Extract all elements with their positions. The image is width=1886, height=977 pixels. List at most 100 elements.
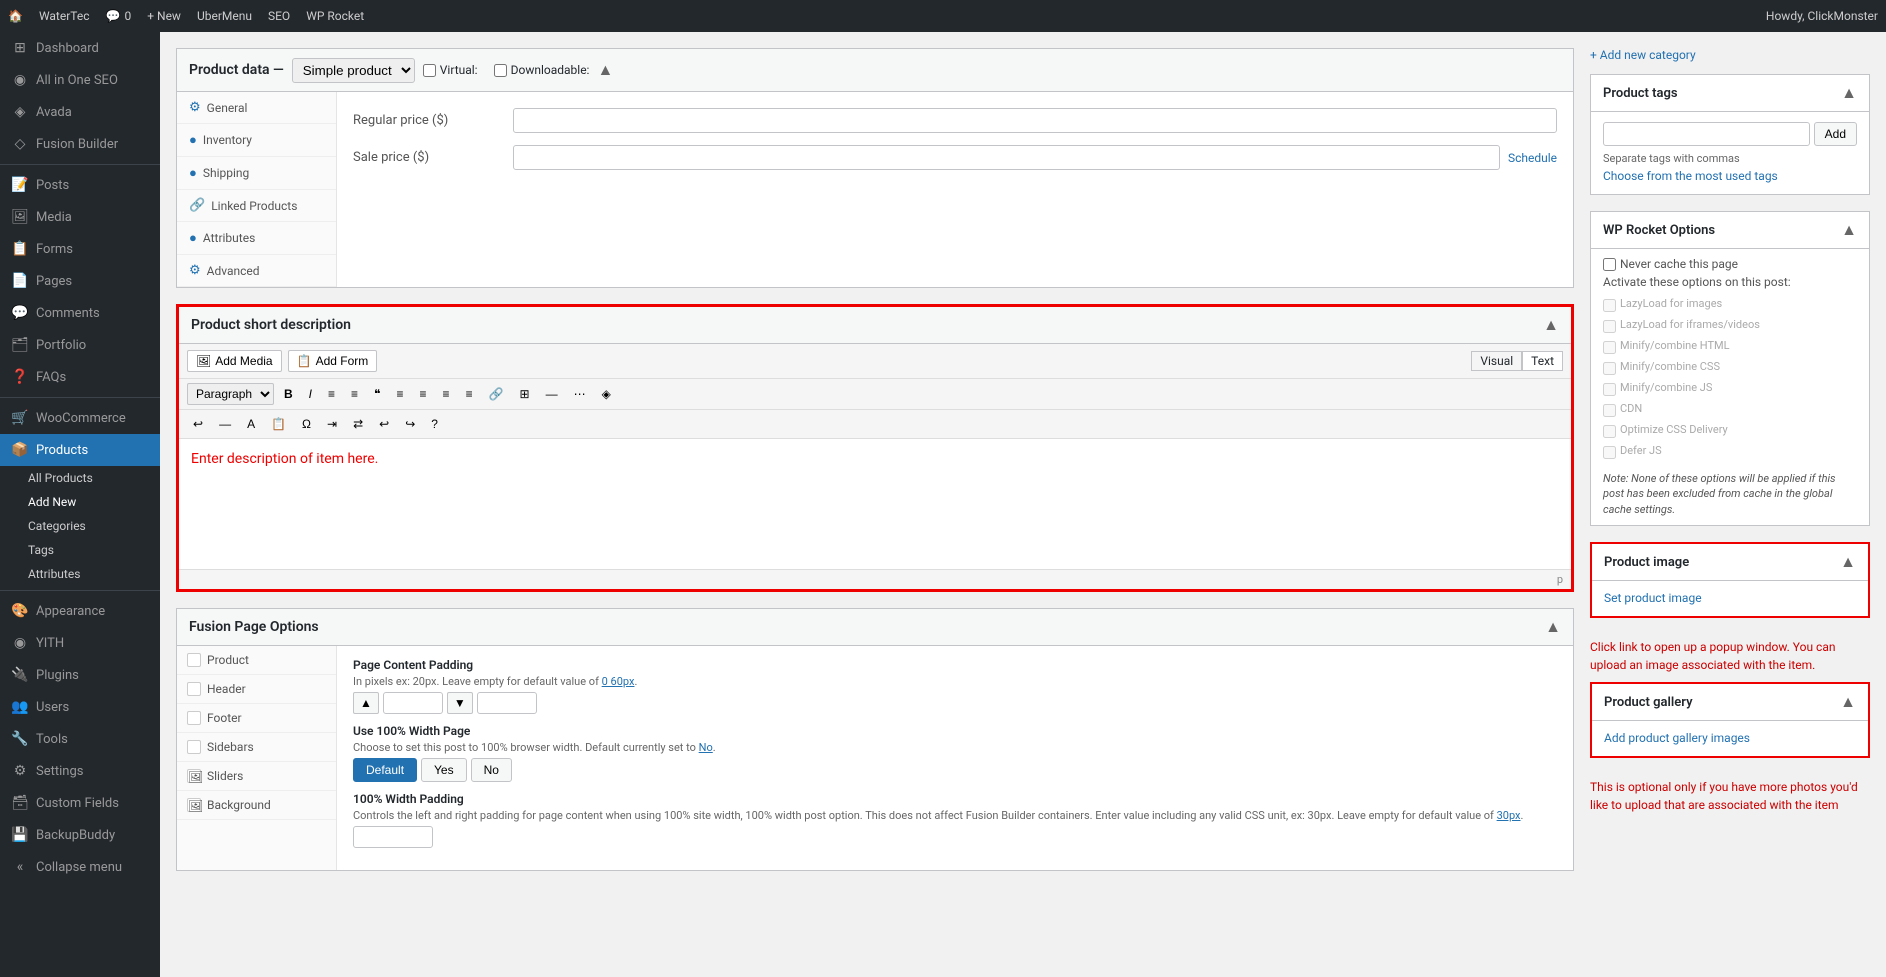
hr-btn[interactable]: —	[540, 384, 564, 404]
set-product-image-link[interactable]: Set product image	[1604, 591, 1702, 605]
tags-input[interactable]	[1603, 122, 1810, 146]
redo-btn[interactable]: ↪	[399, 414, 421, 434]
text-tab[interactable]: Text	[1522, 351, 1563, 371]
adminbar-site-icon[interactable]: 🏠	[8, 9, 23, 23]
sidebar-subitem-tags[interactable]: Tags	[0, 538, 160, 562]
paste-btn[interactable]: 📋	[265, 414, 292, 434]
sidebar-item-dashboard[interactable]: ⊞ Dashboard	[0, 32, 160, 64]
sidebar-item-posts[interactable]: 📝 Posts	[0, 169, 160, 201]
bold-btn[interactable]: B	[278, 384, 299, 404]
short-desc-toggle[interactable]: ▲	[1543, 315, 1559, 335]
regular-price-input[interactable]	[513, 108, 1557, 133]
undo2-btn[interactable]: ↩	[373, 414, 395, 434]
sidebar-subitem-categories[interactable]: Categories	[0, 514, 160, 538]
padding-default-link[interactable]: 0 60px	[602, 675, 635, 688]
ol-btn[interactable]: ≡	[345, 384, 364, 404]
adminbar-new[interactable]: + New	[147, 9, 181, 23]
sidebar-item-fusion-builder[interactable]: ◇ Fusion Builder	[0, 128, 160, 160]
help-btn[interactable]: ?	[425, 414, 444, 434]
sidebar-item-woocommerce[interactable]: 🛒 WooCommerce	[0, 402, 160, 434]
tab-general[interactable]: ⚙ General	[177, 92, 336, 124]
cdn-cb[interactable]	[1603, 404, 1616, 417]
width-no-btn[interactable]: No	[471, 758, 512, 782]
adminbar-site-name[interactable]: WaterTec	[39, 9, 90, 23]
editor-area[interactable]: Enter description of item here.	[179, 439, 1571, 569]
tags-add-btn[interactable]: Add	[1814, 122, 1857, 146]
adminbar-seo[interactable]: SEO	[268, 9, 290, 23]
minify-html-cb[interactable]	[1603, 341, 1616, 354]
special-btn[interactable]: ◈	[596, 384, 617, 404]
quote-btn[interactable]: ❝	[368, 384, 386, 404]
width-default-link[interactable]: No	[699, 741, 713, 754]
width-yes-btn[interactable]: Yes	[421, 758, 467, 782]
sidebar-item-users[interactable]: 👥 Users	[0, 691, 160, 723]
fusion-tab-sidebars[interactable]: Sidebars	[177, 733, 336, 762]
sidebar-item-settings[interactable]: ⚙ Settings	[0, 755, 160, 787]
padding-input-right[interactable]	[477, 692, 537, 714]
virtual-checkbox[interactable]	[423, 64, 436, 77]
sidebar-item-backupbuddy[interactable]: 💾 BackupBuddy	[0, 819, 160, 851]
downloadable-checkbox[interactable]	[494, 64, 507, 77]
align-center-btn[interactable]: ≡	[414, 384, 433, 404]
undo-btn[interactable]: ↩	[187, 414, 209, 434]
indent-btn[interactable]: ⇥	[321, 414, 343, 434]
italic-btn[interactable]: I	[303, 384, 318, 404]
minify-js-cb[interactable]	[1603, 383, 1616, 396]
tab-attributes[interactable]: ● Attributes	[177, 222, 336, 255]
align-justify-btn[interactable]: ≡	[460, 384, 479, 404]
tags-toggle[interactable]: ▲	[1841, 83, 1857, 103]
padding-input-top[interactable]	[383, 692, 443, 714]
sidebar-subitem-attributes[interactable]: Attributes	[0, 562, 160, 586]
format-select[interactable]: Paragraph	[187, 383, 274, 405]
optimize-css-cb[interactable]	[1603, 425, 1616, 438]
100-padding-link[interactable]: 30px	[1497, 809, 1521, 822]
link-btn[interactable]: 🔗	[483, 384, 510, 404]
add-form-btn[interactable]: 📋 Add Form	[288, 350, 378, 372]
adminbar-updates[interactable]: 💬 0	[106, 9, 132, 23]
sidebar-subitem-all-products[interactable]: All Products	[0, 466, 160, 490]
add-category-link[interactable]: + Add new category	[1590, 48, 1870, 62]
schedule-link[interactable]: Schedule	[1508, 151, 1557, 165]
fusion-tab-sliders[interactable]: 🖼 Sliders	[177, 762, 336, 791]
choose-tags-link[interactable]: Choose from the most used tags	[1603, 169, 1778, 183]
tab-shipping[interactable]: ● Shipping	[177, 157, 336, 190]
padding-down-btn[interactable]: ▼	[447, 692, 473, 714]
width-default-btn[interactable]: Default	[353, 758, 417, 782]
product-data-toggle[interactable]: ▲	[597, 60, 613, 80]
rtl-btn[interactable]: ⇄	[347, 414, 369, 434]
adminbar-ubermenu[interactable]: UberMenu	[197, 9, 252, 23]
adminbar-wprocket[interactable]: WP Rocket	[306, 9, 364, 23]
fusion-tab-product[interactable]: Product	[177, 646, 336, 675]
tab-advanced[interactable]: ⚙ Advanced	[177, 255, 336, 287]
sidebar-item-pages[interactable]: 📄 Pages	[0, 265, 160, 297]
sidebar-item-custom-fields[interactable]: 🗃 Custom Fields	[0, 787, 160, 819]
rocket-toggle[interactable]: ▲	[1841, 220, 1857, 240]
omega-btn[interactable]: Ω	[296, 414, 317, 434]
align-left-btn[interactable]: ≡	[391, 384, 410, 404]
fusion-tab-footer[interactable]: Footer	[177, 704, 336, 733]
align-right-btn[interactable]: ≡	[437, 384, 456, 404]
visual-tab[interactable]: Visual	[1471, 351, 1522, 371]
sidebar-item-media[interactable]: 🖼 Media	[0, 201, 160, 233]
sidebar-item-forms[interactable]: 📋 Forms	[0, 233, 160, 265]
tab-linked-products[interactable]: 🔗 Linked Products	[177, 190, 336, 222]
product-image-toggle[interactable]: ▲	[1840, 552, 1856, 572]
sidebar-item-allinone-seo[interactable]: ◉ All in One SEO	[0, 64, 160, 96]
100-padding-input[interactable]	[353, 826, 433, 848]
sidebar-item-comments[interactable]: 💬 Comments	[0, 297, 160, 329]
never-cache-label[interactable]: Never cache this page	[1603, 257, 1857, 271]
sidebar-item-yith[interactable]: ◉ YITH	[0, 627, 160, 659]
sidebar-item-faqs[interactable]: ❓ FAQs	[0, 361, 160, 393]
sidebar-item-appearance[interactable]: 🎨 Appearance	[0, 595, 160, 627]
padding-up-btn[interactable]: ▲	[353, 692, 379, 714]
product-type-select[interactable]: Simple product	[292, 58, 415, 83]
fusion-tab-header[interactable]: Header	[177, 675, 336, 704]
sidebar-item-plugins[interactable]: 🔌 Plugins	[0, 659, 160, 691]
sidebar-item-tools[interactable]: 🔧 Tools	[0, 723, 160, 755]
fusion-tab-background[interactable]: 🖼 Background	[177, 791, 336, 820]
sidebar-item-products[interactable]: 📦 Products	[0, 434, 160, 466]
lazyload-iframes-cb[interactable]	[1603, 320, 1616, 333]
downloadable-label[interactable]: Downloadable:	[494, 63, 590, 77]
ul-btn[interactable]: ≡	[322, 384, 341, 404]
table-btn[interactable]: ⊞	[514, 384, 536, 404]
